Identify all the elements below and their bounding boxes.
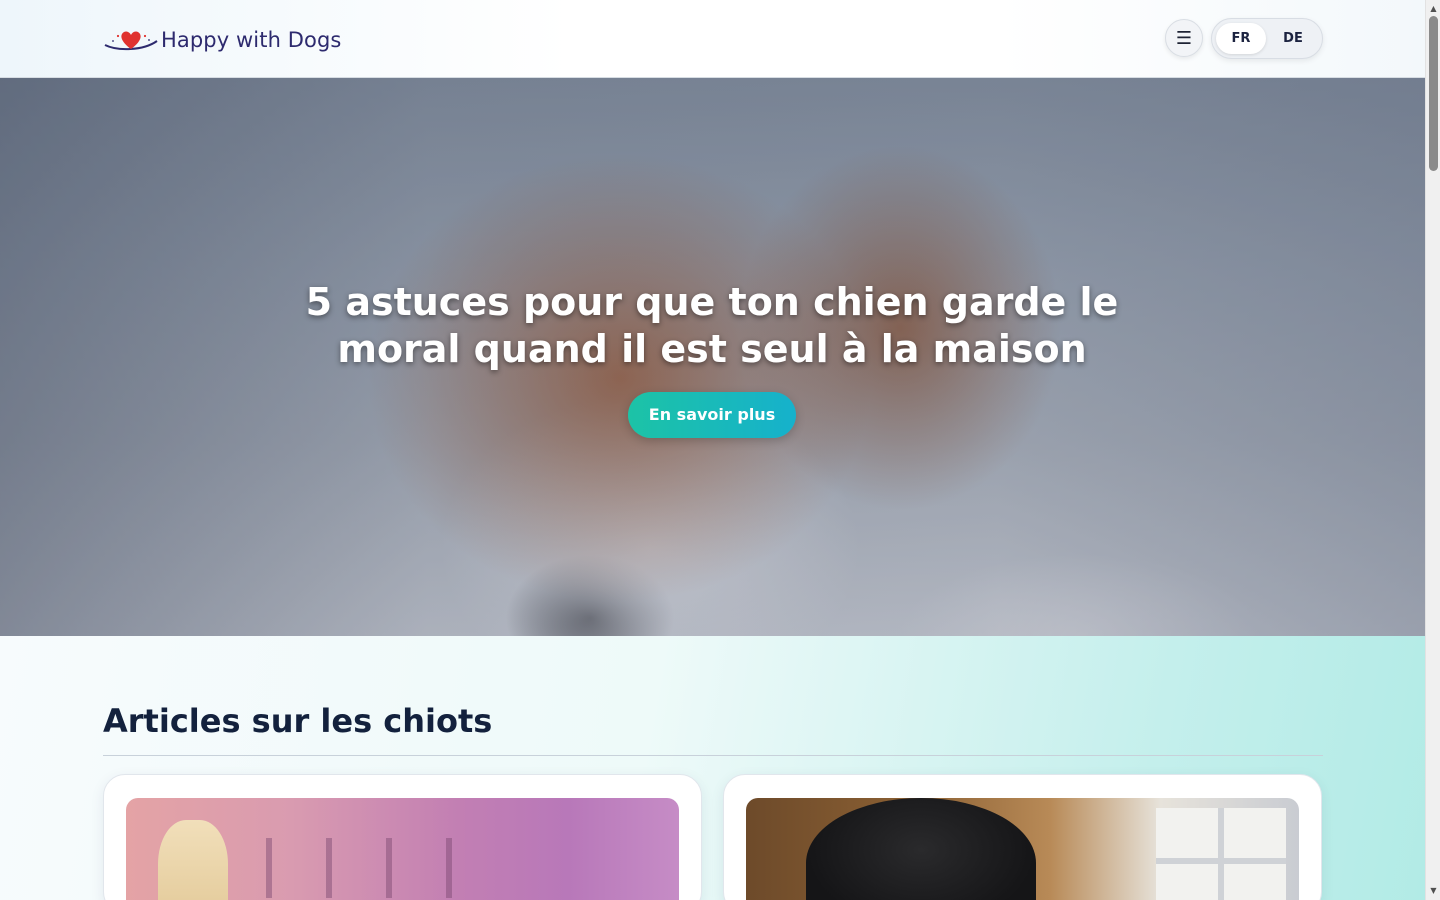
section-divider: [103, 755, 1323, 756]
scroll-up-arrow[interactable]: ▲: [1429, 4, 1438, 13]
article-card[interactable]: [723, 774, 1322, 900]
learn-more-button[interactable]: En savoir plus: [627, 392, 797, 438]
hero-title: 5 astuces pour que ton chien garde le mo…: [305, 280, 1119, 371]
hero-banner: 5 astuces pour que ton chien garde le mo…: [0, 78, 1425, 636]
article-image[interactable]: [126, 798, 679, 900]
hero-content: 5 astuces pour que ton chien garde le mo…: [262, 279, 1162, 438]
page-scrollbar[interactable]: ▲ ▼: [1425, 0, 1440, 900]
article-card[interactable]: [103, 774, 702, 900]
site-header: Happy with Dogs ☰ FR DE: [0, 0, 1425, 78]
image-puppy: [158, 820, 228, 900]
language-option-de[interactable]: DE: [1268, 23, 1318, 54]
page: Happy with Dogs ☰ FR DE 5 astuces pour q…: [0, 0, 1425, 900]
menu-button[interactable]: ☰: [1165, 19, 1203, 57]
site-logo[interactable]: Happy with Dogs: [103, 24, 341, 56]
puppy-articles-section: Articles sur les chiots: [0, 636, 1425, 900]
language-option-fr[interactable]: FR: [1216, 23, 1266, 54]
heart-logo-icon: [104, 31, 158, 51]
logo-text: Happy with Dogs: [161, 28, 342, 52]
article-image[interactable]: [746, 798, 1299, 900]
image-background-stools: [266, 838, 506, 898]
language-switcher: FR DE: [1211, 18, 1323, 59]
section-title: Articles sur les chiots: [103, 702, 493, 740]
scroll-thumb[interactable]: [1429, 16, 1438, 171]
hamburger-menu-icon: ☰: [1175, 27, 1193, 49]
image-puppy: [806, 798, 1036, 900]
image-window: [1156, 808, 1286, 900]
scroll-down-arrow[interactable]: ▼: [1429, 886, 1438, 895]
